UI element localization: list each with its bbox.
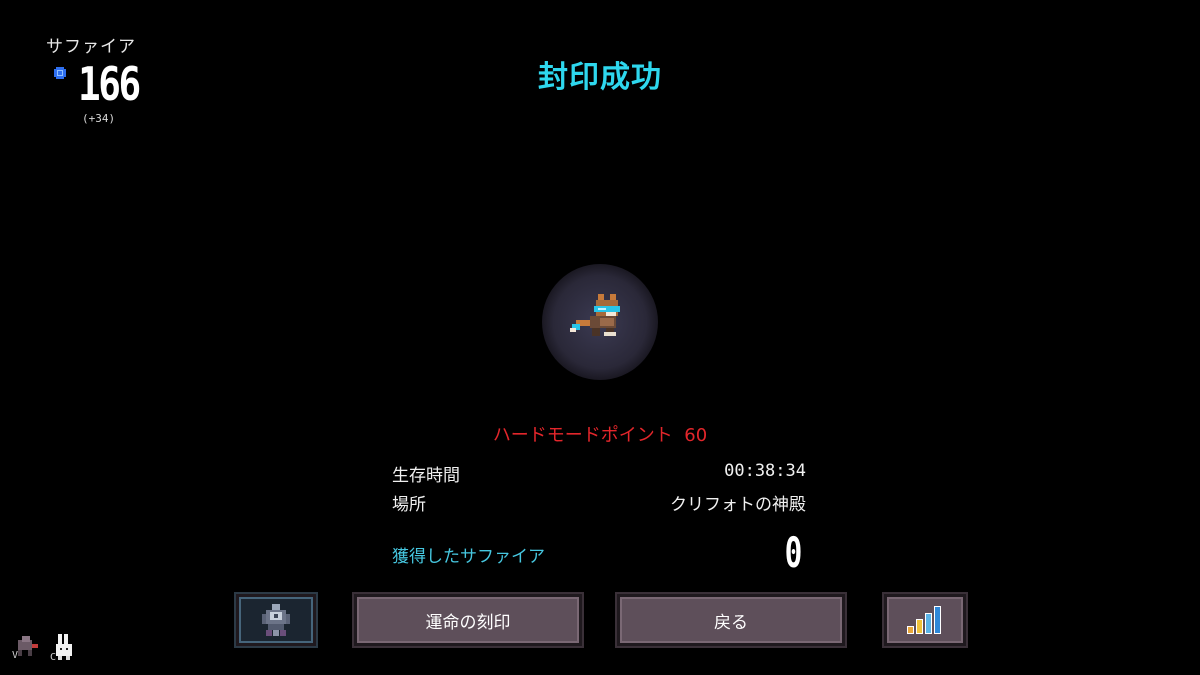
hotkey-rabbit-key: C xyxy=(50,652,57,663)
hotkey-rabbit: C xyxy=(50,634,78,665)
bar-chart-icon xyxy=(907,606,941,634)
sapphire-earned-label: 獲得したサファイア xyxy=(392,547,545,567)
location-row: 場所 クリフォトの神殿 xyxy=(392,490,806,516)
currency-delta: (+34) xyxy=(82,112,116,125)
survival-time-label: 生存時間 xyxy=(392,466,460,486)
location-value: クリフォトの神殿 xyxy=(670,495,806,515)
hotkey-pet: V xyxy=(12,634,40,663)
survival-time-row: 生存時間 00:38:34 xyxy=(392,461,806,487)
character-portrait xyxy=(542,264,658,380)
hard-mode-points: ハードモードポイント 60 xyxy=(492,425,708,446)
location-label: 場所 xyxy=(392,495,426,515)
hotkey-pet-key: V xyxy=(12,650,19,661)
sigil-emblem-icon xyxy=(262,604,290,636)
game-result-screen: サファイア 166 (+34) 封印成功 ハードモードポイント 60 生存時間 … xyxy=(0,0,1200,675)
page-title: 封印成功 xyxy=(538,60,662,95)
survival-time-value: 00:38:34 xyxy=(724,461,806,481)
fate-sigil-button[interactable]: 運命の刻印 xyxy=(354,594,582,646)
stats-button[interactable] xyxy=(884,594,966,646)
sapphire-earned-value: 0 xyxy=(784,528,802,577)
sapphire-earned-row: 獲得したサファイア 0 xyxy=(392,528,806,577)
back-button[interactable]: 戻る xyxy=(617,594,845,646)
sigil-button[interactable] xyxy=(236,594,316,646)
